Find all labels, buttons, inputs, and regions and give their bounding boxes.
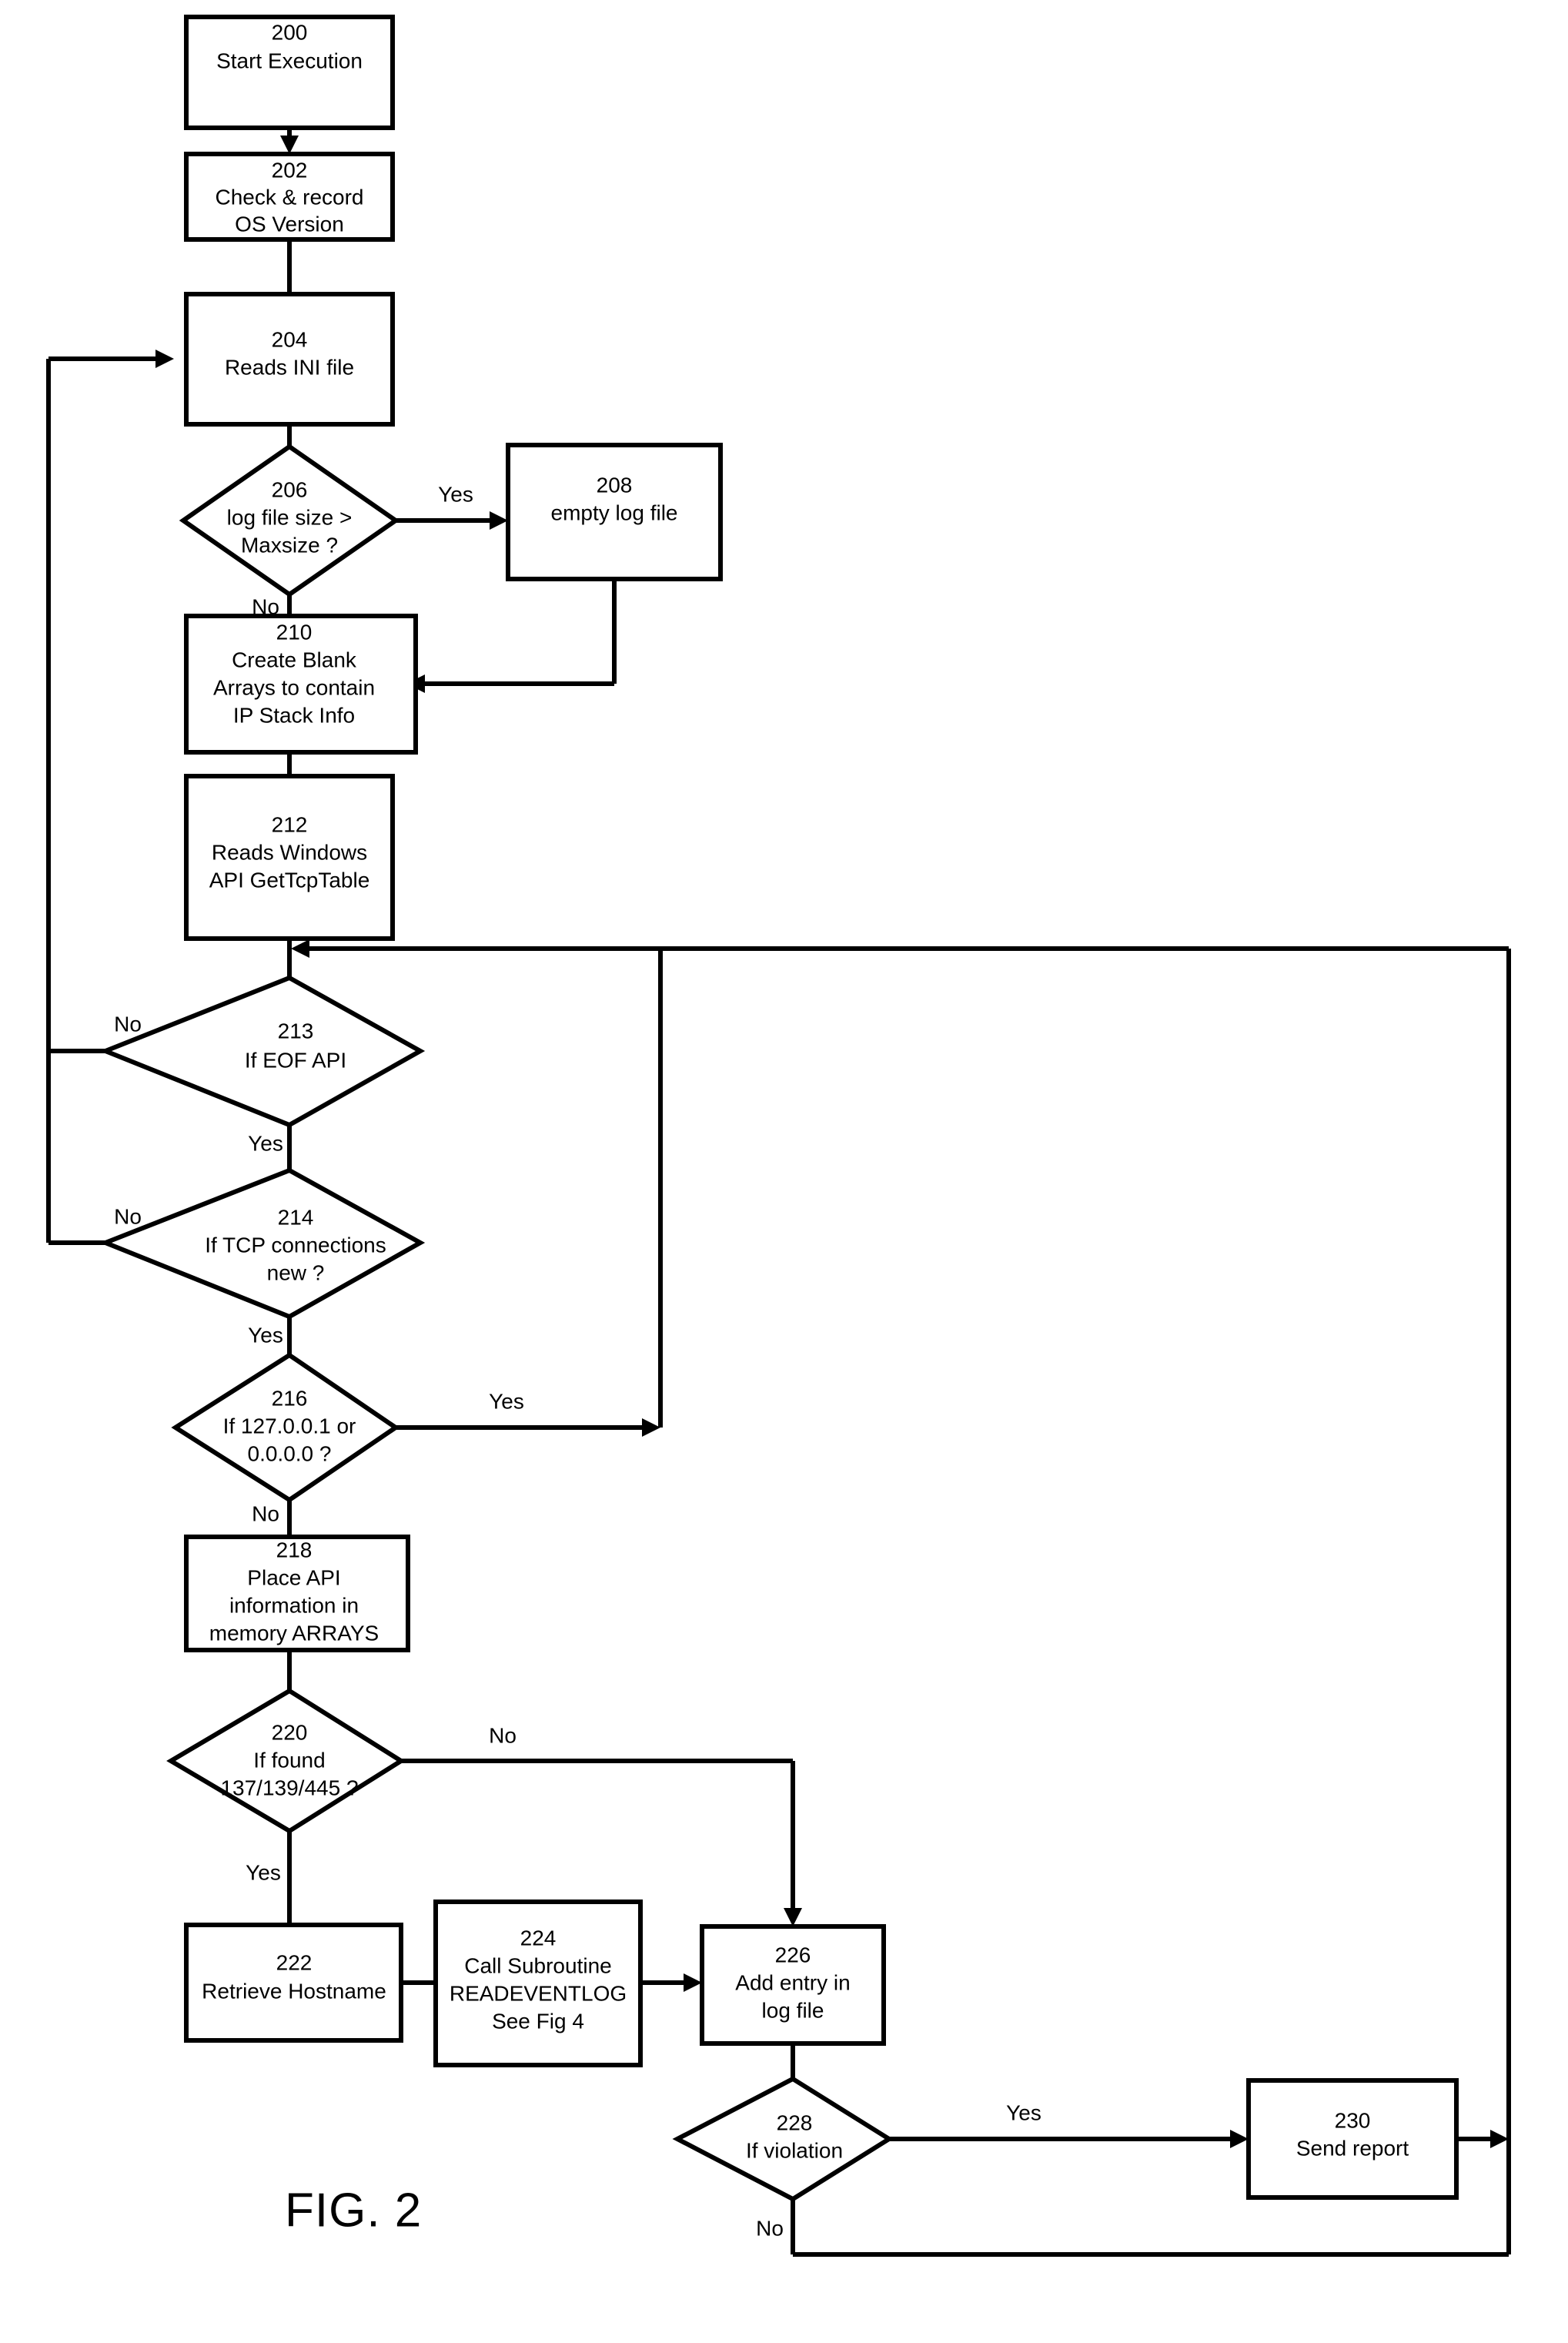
node-228-number: 228 — [777, 2110, 813, 2134]
node-210-line1: Create Blank — [232, 648, 357, 671]
node-202-number: 202 — [272, 158, 308, 182]
node-208-empty-log-file[interactable]: 208 empty log file — [506, 443, 723, 581]
node-212-number: 212 — [272, 812, 308, 836]
arrowhead-loop-204 — [155, 350, 174, 368]
node-228-line1: If violation — [746, 2138, 843, 2162]
node-220-number: 220 — [272, 1720, 308, 1744]
figure-label: FIG. 2 — [285, 2184, 422, 2237]
node-228-if-violation[interactable]: 228 If violation — [672, 2076, 894, 2202]
node-216-number: 216 — [272, 1386, 308, 1410]
node-202-line1: Check & record — [216, 185, 364, 209]
node-200-line1: Start Execution — [216, 49, 363, 72]
node-230-send-report[interactable]: 230 Send report — [1246, 2078, 1459, 2200]
node-213-number: 213 — [278, 1019, 314, 1043]
edge-label-216-yes: Yes — [489, 1389, 524, 1413]
node-218-line2: information in — [229, 1593, 359, 1617]
node-216-line1: If 127.0.0.1 or — [223, 1414, 356, 1438]
node-200-number: 200 — [272, 20, 308, 44]
node-224-line2: READEVENTLOG — [450, 1981, 627, 2005]
node-216-if-loopback-address[interactable]: 216 If 127.0.0.1 or 0.0.0.0 ? — [171, 1352, 400, 1503]
node-222-line1: Retrieve Hostname — [202, 1979, 386, 2003]
node-224-line3: See Fig 4 — [492, 2009, 584, 2033]
arrowhead-206-208 — [490, 511, 508, 530]
edge-label-216-no: No — [252, 1501, 279, 1525]
node-210-create-blank-arrays[interactable]: 210 Create Blank Arrays to contain IP St… — [184, 614, 418, 755]
node-210-number: 210 — [276, 620, 313, 644]
node-216-line2: 0.0.0.0 ? — [248, 1441, 332, 1465]
edge-label-206-no: No — [252, 594, 279, 618]
node-204-reads-ini-file[interactable]: 204 Reads INI file — [184, 292, 395, 427]
node-224-call-subroutine-readeventlog[interactable]: 224 Call Subroutine READEVENTLOG See Fig… — [433, 1900, 643, 2067]
arrowhead-230-riser — [1490, 2130, 1509, 2148]
node-218-line3: memory ARRAYS — [209, 1621, 379, 1645]
arrowhead-228-230 — [1230, 2130, 1249, 2148]
arrowhead-return-212 — [291, 939, 309, 958]
node-218-place-api-info-arrays[interactable]: 218 Place API information in memory ARRA… — [184, 1535, 410, 1652]
node-226-add-entry-log-file[interactable]: 226 Add entry in log file — [700, 1924, 886, 2046]
edge-label-214-no: No — [114, 1204, 142, 1228]
node-214-line2: new ? — [267, 1260, 325, 1284]
node-214-if-tcp-connections-new[interactable]: 214 If TCP connections new ? — [99, 1167, 426, 1320]
node-206-line1: log file size > — [227, 505, 353, 529]
node-218-line1: Place API — [247, 1565, 340, 1589]
node-214-number: 214 — [278, 1205, 314, 1229]
node-230-line1: Send report — [1296, 2136, 1409, 2160]
node-213-if-eof-api[interactable]: 213 If EOF API — [99, 975, 426, 1128]
node-212-reads-windows-api[interactable]: 212 Reads Windows API GetTcpTable — [184, 774, 395, 941]
node-210-line3: IP Stack Info — [233, 703, 355, 727]
node-220-if-found-ports[interactable]: 220 If found 137/139/445 ? — [166, 1688, 406, 1834]
node-202-line2: OS Version — [235, 212, 344, 236]
figure-page: 200 Start Execution 202 Check & record O… — [0, 0, 1568, 2343]
node-206-number: 206 — [272, 477, 308, 501]
arrowhead-224-226 — [684, 1973, 702, 1992]
node-208-line1: empty log file — [551, 500, 678, 524]
edge-label-213-yes: Yes — [248, 1131, 283, 1155]
node-202-check-record-os-version[interactable]: 202 Check & record OS Version — [184, 152, 395, 242]
node-204-number: 204 — [272, 327, 308, 351]
node-214-line1: If TCP connections — [205, 1233, 386, 1257]
node-210-line2: Arrays to contain — [213, 675, 375, 699]
arrowhead-200-202 — [280, 136, 299, 154]
node-212-line2: API GetTcpTable — [209, 868, 370, 892]
node-208-number: 208 — [597, 473, 633, 497]
node-206-line2: Maxsize ? — [241, 533, 338, 557]
node-200-start-execution[interactable]: 200 Start Execution — [184, 15, 395, 130]
node-226-line2: log file — [762, 1998, 824, 2022]
node-206-log-file-size-check[interactable]: 206 log file size > Maxsize ? — [179, 443, 400, 597]
node-224-number: 224 — [520, 1926, 557, 1950]
node-222-number: 222 — [276, 1950, 313, 1974]
node-224-line1: Call Subroutine — [464, 1953, 611, 1977]
node-220-line1: If found — [253, 1748, 325, 1772]
node-222-retrieve-hostname[interactable]: 222 Retrieve Hostname — [184, 1923, 403, 2043]
node-226-line1: Add entry in — [735, 1970, 850, 1994]
edge-label-214-yes: Yes — [248, 1323, 283, 1347]
edge-label-228-yes: Yes — [1006, 2100, 1041, 2124]
arrowhead-216-yes — [642, 1418, 660, 1437]
node-204-line1: Reads INI file — [225, 355, 354, 379]
arrowhead-220-226 — [784, 1908, 802, 1926]
node-226-number: 226 — [775, 1943, 811, 1966]
edge-label-206-yes: Yes — [438, 482, 473, 506]
node-213-line1: If EOF API — [245, 1048, 346, 1072]
flowchart-diagram: 200 Start Execution 202 Check & record O… — [46, 15, 1511, 2257]
node-218-number: 218 — [276, 1538, 313, 1561]
edge-label-213-no: No — [114, 1012, 142, 1036]
edge-label-228-no: No — [756, 2216, 784, 2240]
node-230-number: 230 — [1335, 2108, 1371, 2132]
node-212-line1: Reads Windows — [212, 840, 367, 864]
edge-label-220-no: No — [489, 1723, 517, 1747]
edge-label-220-yes: Yes — [246, 1860, 281, 1884]
node-220-line2: 137/139/445 ? — [220, 1776, 358, 1799]
